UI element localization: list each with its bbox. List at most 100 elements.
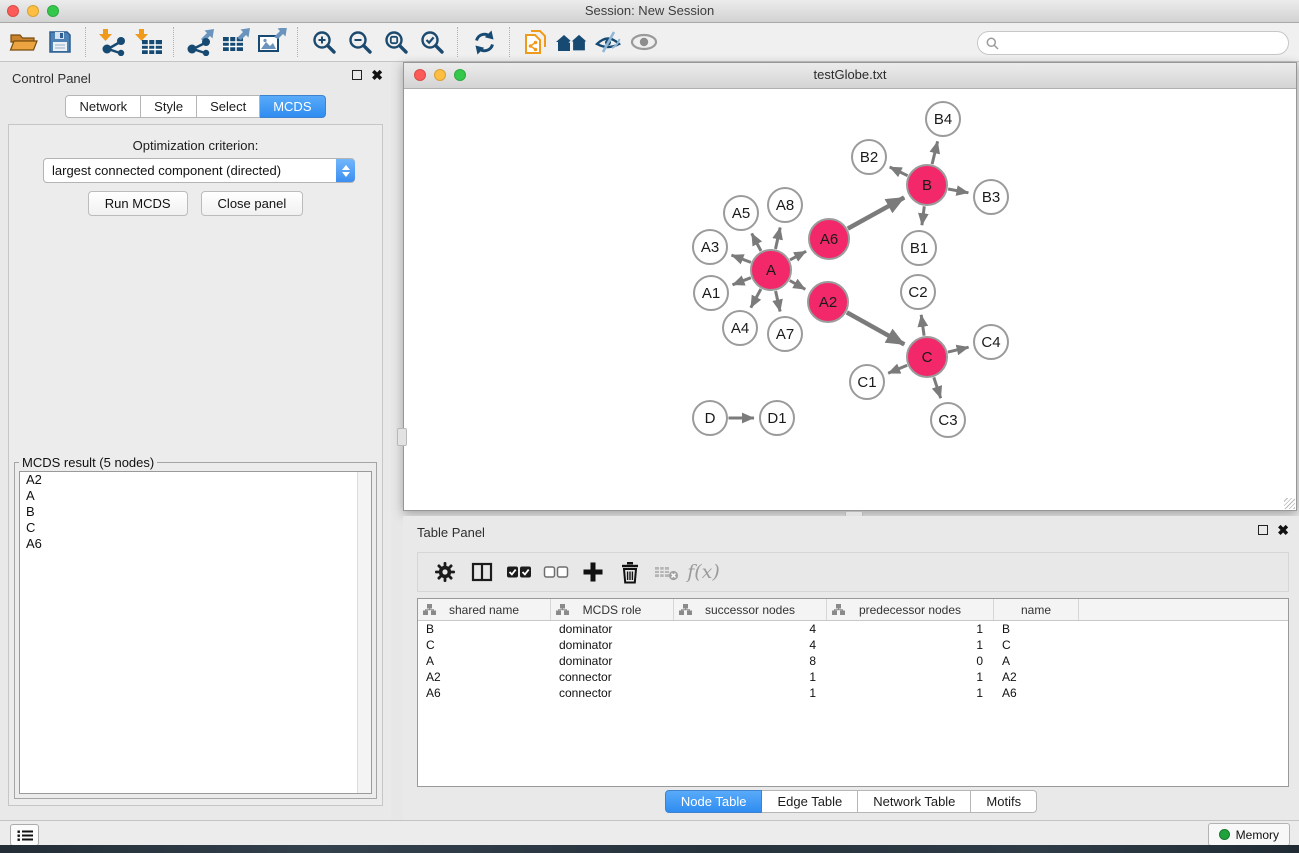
deselect-all-columns-button[interactable]	[537, 557, 574, 587]
graph-node-B3[interactable]: B3	[974, 180, 1008, 214]
graph-node-D[interactable]: D	[693, 401, 727, 435]
graph-node-C4[interactable]: C4	[974, 325, 1008, 359]
select-all-columns-button[interactable]	[500, 557, 537, 587]
show-hide-graphics-button[interactable]	[590, 25, 626, 59]
graph-node-D1[interactable]: D1	[760, 401, 794, 435]
graph-node-A3[interactable]: A3	[693, 230, 727, 264]
graph-node-A2[interactable]: A2	[808, 282, 848, 322]
import-network-button[interactable]	[94, 25, 130, 59]
split-divider-grip-vertical[interactable]	[397, 428, 407, 446]
graph-node-B2[interactable]: B2	[852, 140, 886, 174]
search-field[interactable]	[977, 31, 1289, 55]
graph-node-A1[interactable]: A1	[694, 276, 728, 310]
graph-node-label: A3	[701, 239, 719, 256]
import-table-icon	[133, 28, 163, 56]
table-options-button[interactable]	[426, 557, 463, 587]
function-builder-button[interactable]: f(x)	[685, 557, 722, 587]
birds-eye-view-button[interactable]	[626, 25, 662, 59]
zoom-selected-button[interactable]	[414, 25, 450, 59]
show-column-button[interactable]	[463, 557, 500, 587]
graph-edge-A-A3	[732, 255, 751, 262]
column-header-shared-name[interactable]: shared name	[418, 599, 551, 620]
table-row[interactable]: Cdominator41C	[418, 637, 1288, 653]
column-header-MCDS-role[interactable]: MCDS role	[551, 599, 674, 620]
clone-network-icon	[522, 28, 550, 56]
network-canvas[interactable]: B4 B2 B B3 A5 A8A6 A3 B1 A C2 A1 A2 A4 A7 C4 C C1 C3 D D1	[405, 89, 1295, 509]
close-table-panel-icon[interactable]: ✖	[1277, 525, 1289, 535]
tab-network[interactable]: Network	[65, 95, 141, 118]
graph-node-A5[interactable]: A5	[724, 196, 758, 230]
close-panel-icon[interactable]: ✖	[371, 70, 383, 80]
eye-slash-icon	[594, 29, 622, 55]
task-history-button[interactable]	[10, 824, 39, 846]
table-row[interactable]: Adominator80A	[418, 653, 1288, 669]
import-table-button[interactable]	[130, 25, 166, 59]
table-cell: 1	[827, 621, 994, 637]
graph-node-A8[interactable]: A8	[768, 188, 802, 222]
open-session-button[interactable]	[6, 25, 42, 59]
tab-select[interactable]: Select	[197, 95, 260, 118]
table-row[interactable]: A2connector11A2	[418, 669, 1288, 685]
memory-button[interactable]: Memory	[1208, 823, 1290, 846]
column-header-predecessor-nodes[interactable]: predecessor nodes	[827, 599, 994, 620]
zoom-fit-button[interactable]	[378, 25, 414, 59]
mcds-result-item[interactable]: A	[20, 488, 371, 504]
result-list-scrollbar[interactable]	[357, 472, 371, 793]
refresh-view-button[interactable]	[466, 25, 502, 59]
toolbar-separator	[85, 27, 87, 57]
graph-node-C3[interactable]: C3	[931, 403, 965, 437]
zoom-out-button[interactable]	[342, 25, 378, 59]
float-table-panel-icon[interactable]	[1258, 525, 1268, 535]
save-session-button[interactable]	[42, 25, 78, 59]
delete-table-button[interactable]	[648, 557, 685, 587]
graph-node-A[interactable]: A	[751, 250, 791, 290]
mcds-result-item[interactable]: B	[20, 504, 371, 520]
network-window-titlebar[interactable]: testGlobe.txt	[404, 63, 1296, 89]
mcds-result-item[interactable]: A2	[20, 472, 371, 488]
zoom-in-icon	[311, 29, 338, 56]
graph-node-A4[interactable]: A4	[723, 311, 757, 345]
table-cell: 1	[827, 637, 994, 653]
mcds-result-item[interactable]: A6	[20, 536, 371, 552]
search-input[interactable]	[1004, 35, 1280, 52]
mcds-result-item[interactable]: C	[20, 520, 371, 536]
tab-motifs[interactable]: Motifs	[971, 790, 1037, 813]
graph-edge-A-A1	[733, 278, 751, 285]
optimization-criterion-select[interactable]: largest connected component (directed)	[43, 158, 355, 183]
table-row[interactable]: Bdominator41B	[418, 621, 1288, 637]
network-graph: B4 B2 B B3 A5 A8A6 A3 B1 A C2 A1 A2 A4 A7 C4 C C1 C3 D D1	[405, 89, 1297, 511]
tab-node-table[interactable]: Node Table	[665, 790, 763, 813]
export-table-button[interactable]	[218, 25, 254, 59]
graph-node-B[interactable]: B	[907, 165, 947, 205]
close-panel-button[interactable]: Close panel	[201, 191, 304, 216]
graph-node-A7[interactable]: A7	[768, 317, 802, 351]
column-header-successor-nodes[interactable]: successor nodes	[674, 599, 827, 620]
table-row[interactable]: A6connector11A6	[418, 685, 1288, 701]
home-button[interactable]	[554, 25, 590, 59]
window-resize-handle[interactable]	[1284, 498, 1295, 509]
graph-node-B1[interactable]: B1	[902, 231, 936, 265]
export-network-button[interactable]	[182, 25, 218, 59]
column-label: predecessor nodes	[859, 603, 961, 617]
graph-node-C1[interactable]: C1	[850, 365, 884, 399]
float-panel-icon[interactable]	[352, 70, 362, 80]
run-mcds-button[interactable]: Run MCDS	[88, 191, 188, 216]
tab-edge-table[interactable]: Edge Table	[762, 790, 858, 813]
graph-node-C2[interactable]: C2	[901, 275, 935, 309]
graph-node-B4[interactable]: B4	[926, 102, 960, 136]
graph-node-C[interactable]: C	[907, 337, 947, 377]
table-cell: A6	[994, 685, 1079, 701]
export-image-button[interactable]	[254, 25, 290, 59]
column-label: successor nodes	[705, 603, 795, 617]
delete-columns-button[interactable]	[611, 557, 648, 587]
tab-mcds[interactable]: MCDS	[260, 95, 325, 118]
tab-network-table[interactable]: Network Table	[858, 790, 971, 813]
graph-node-A6[interactable]: A6	[809, 219, 849, 259]
tab-style[interactable]: Style	[141, 95, 197, 118]
table-cell: dominator	[551, 653, 674, 669]
clone-network-button[interactable]	[518, 25, 554, 59]
status-bar: Memory	[0, 820, 1299, 846]
add-column-button[interactable]	[574, 557, 611, 587]
zoom-in-button[interactable]	[306, 25, 342, 59]
column-header-name[interactable]: name	[994, 599, 1079, 620]
